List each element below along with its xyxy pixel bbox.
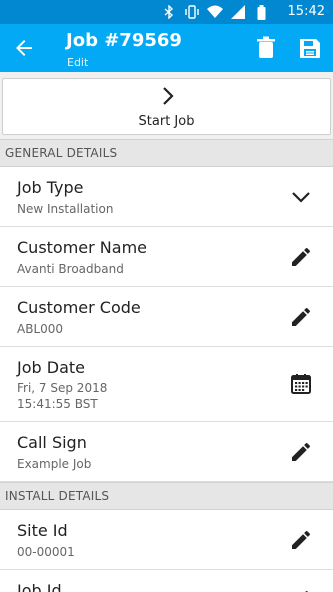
field-label: Job Id bbox=[17, 581, 62, 592]
pencil-icon[interactable] bbox=[289, 528, 313, 552]
field-label: Site Id bbox=[17, 521, 68, 540]
status-icons bbox=[161, 4, 269, 20]
save-icon[interactable] bbox=[298, 36, 322, 60]
field-label: Customer Name bbox=[17, 238, 148, 257]
field-value: ABL000 bbox=[17, 322, 64, 336]
battery-icon bbox=[253, 4, 269, 20]
field-value: New Installation bbox=[17, 202, 114, 216]
field-job-id[interactable]: Job Id bbox=[0, 570, 333, 592]
pencil-icon[interactable] bbox=[289, 245, 313, 269]
status-time: 15:42 bbox=[287, 4, 325, 19]
field-label: Call Sign bbox=[17, 433, 87, 452]
field-value-time: 15:41:55 BST bbox=[17, 397, 98, 411]
bluetooth-icon bbox=[161, 4, 177, 20]
calendar-icon[interactable] bbox=[289, 372, 313, 396]
chevron-right-icon bbox=[160, 86, 176, 106]
vibrate-icon bbox=[184, 4, 200, 20]
chevron-down-icon[interactable] bbox=[289, 185, 313, 209]
field-label: Job Type bbox=[17, 178, 84, 197]
field-customer-code[interactable]: Customer Code ABL000 bbox=[0, 287, 333, 347]
delete-icon[interactable] bbox=[256, 36, 276, 60]
pencil-icon[interactable] bbox=[289, 588, 313, 592]
field-site-id[interactable]: Site Id 00-00001 bbox=[0, 510, 333, 570]
start-job-label: Start Job bbox=[138, 114, 195, 129]
field-job-type[interactable]: Job Type New Installation bbox=[0, 167, 333, 227]
pencil-icon[interactable] bbox=[289, 305, 313, 329]
signal-icon bbox=[230, 4, 246, 20]
field-label: Customer Code bbox=[17, 298, 141, 317]
field-job-date[interactable]: Job Date Fri, 7 Sep 2018 15:41:55 BST bbox=[0, 347, 333, 422]
field-value: 00-00001 bbox=[17, 545, 75, 559]
section-header-install: INSTALL DETAILS bbox=[0, 482, 333, 510]
wifi-icon bbox=[207, 4, 223, 20]
page-subtitle: Edit bbox=[67, 56, 89, 69]
start-job-button[interactable]: Start Job bbox=[2, 78, 331, 135]
field-customer-name[interactable]: Customer Name Avanti Broadband bbox=[0, 227, 333, 287]
field-value: Avanti Broadband bbox=[17, 262, 124, 276]
field-label: Job Date bbox=[17, 358, 85, 377]
field-call-sign[interactable]: Call Sign Example Job bbox=[0, 422, 333, 482]
section-header-general: GENERAL DETAILS bbox=[0, 139, 333, 167]
page-title: Job #79569 bbox=[66, 30, 182, 51]
field-value-date: Fri, 7 Sep 2018 bbox=[17, 381, 108, 395]
section-title: GENERAL DETAILS bbox=[5, 146, 118, 160]
app-bar: Job #79569 Edit bbox=[0, 24, 333, 72]
section-title: INSTALL DETAILS bbox=[5, 489, 110, 503]
back-arrow-icon[interactable] bbox=[12, 36, 36, 60]
field-value: Example Job bbox=[17, 457, 92, 471]
status-bar: 15:42 bbox=[0, 0, 333, 24]
pencil-icon[interactable] bbox=[289, 440, 313, 464]
